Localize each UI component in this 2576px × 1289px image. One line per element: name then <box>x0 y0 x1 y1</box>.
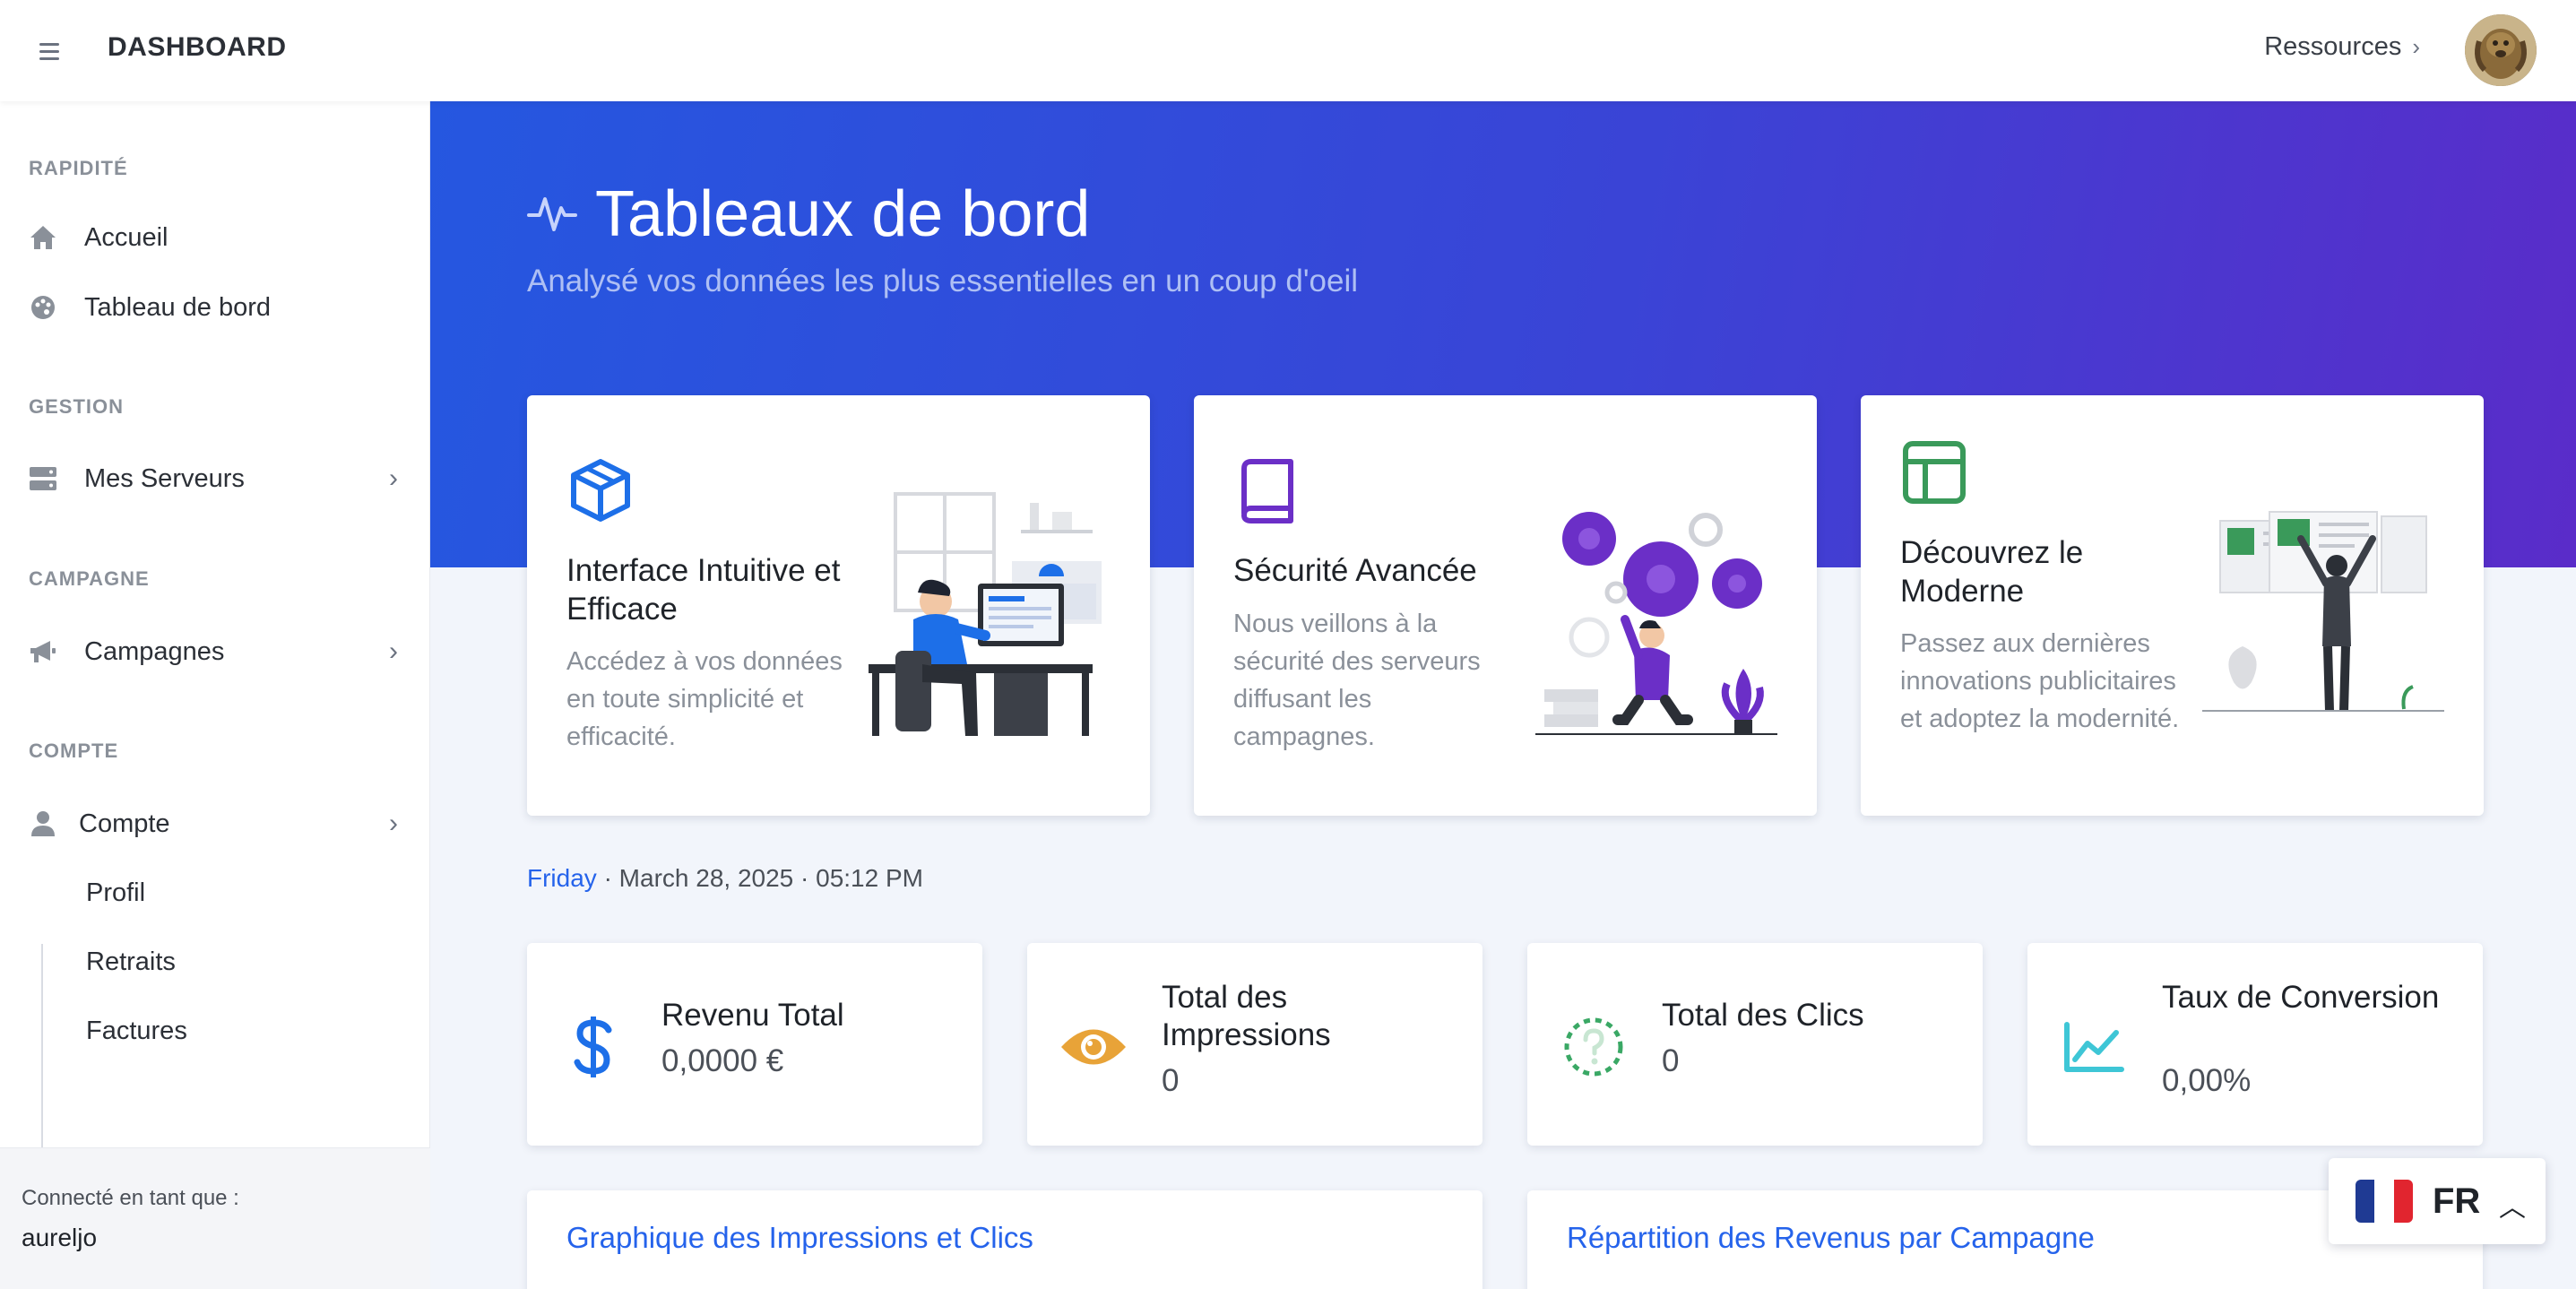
chart-line-icon <box>2060 1013 2128 1081</box>
feature-title: Sécurité Avancée <box>1233 553 1477 588</box>
box-icon <box>566 456 635 524</box>
home-icon <box>29 223 57 252</box>
page-subtitle: Analysé vos données les plus essentielle… <box>527 264 1359 298</box>
feature-title: Découvrez le Moderne <box>1900 535 2084 609</box>
activity-icon <box>527 190 577 239</box>
sidebar: RAPIDITÉ Accueil Tableau de bord GESTION… <box>0 101 430 1289</box>
resources-label: Ressources <box>2264 32 2402 61</box>
workspace-illustration <box>869 485 1111 745</box>
stat-value: 0 <box>1662 1043 1680 1078</box>
date-time-text: · March 28, 2025 · 05:12 PM <box>603 864 923 892</box>
stat-value: 0,00% <box>2162 1063 2252 1098</box>
stat-title: Total des Clics <box>1662 998 1864 1033</box>
section-title-gestion: GESTION <box>29 395 125 418</box>
stat-value: 0 <box>1162 1063 1180 1098</box>
question-icon <box>1560 1013 1628 1081</box>
feature-card: Sécurité Avancée Nous veillons à la sécu… <box>1194 395 1817 816</box>
stat-card-conversion: Taux de Conversion 0,00% <box>2027 943 2483 1146</box>
section-title-campagne: CAMPAGNE <box>29 567 150 590</box>
hamburger-menu-icon[interactable] <box>39 38 66 65</box>
stat-title: Taux de Conversion <box>2162 980 2440 1015</box>
user-icon <box>29 809 57 838</box>
submenu-item-retraits[interactable]: Retraits <box>86 947 176 977</box>
stat-card-revenue: Revenu Total 0,0000 € <box>527 943 982 1146</box>
section-title-rapidite: RAPIDITÉ <box>29 157 128 179</box>
modern-ads-illustration <box>2202 503 2444 763</box>
panel-title: Répartition des Revenus par Campagne <box>1567 1221 2095 1254</box>
sidebar-item-compte[interactable]: Compte › <box>0 795 430 852</box>
palette-icon <box>29 293 57 322</box>
submenu-item-profil[interactable]: Profil <box>86 878 145 908</box>
brand-title: DASHBOARD <box>108 32 287 62</box>
logged-in-panel: Connecté en tant que : aureljo <box>0 1147 430 1289</box>
chevron-right-icon: › <box>389 636 398 666</box>
stat-card-impressions: Total des Impressions 0 <box>1027 943 1482 1146</box>
section-title-compte: COMPTE <box>29 740 119 762</box>
sidebar-item-label: Compte <box>79 809 170 838</box>
sidebar-item-label: Mes Serveurs <box>84 463 245 493</box>
sidebar-item-accueil[interactable]: Accueil <box>0 209 430 266</box>
megaphone-icon <box>29 637 57 666</box>
impressions-clicks-chart-panel: Graphique des Impressions et Clics <box>527 1190 1482 1289</box>
feature-card: Interface Intuitive et Efficace Accédez … <box>527 395 1150 816</box>
dollar-icon <box>559 1013 627 1081</box>
feature-card: Découvrez le Moderne Passez aux dernière… <box>1861 395 2484 816</box>
current-datetime: Friday · March 28, 2025 · 05:12 PM <box>527 864 923 893</box>
sidebar-item-serveurs[interactable]: Mes Serveurs › <box>0 450 430 507</box>
server-icon <box>29 464 57 493</box>
feature-title: Interface Intuitive et Efficace <box>566 553 841 627</box>
chevron-up-icon: ︿ <box>2499 1193 2526 1223</box>
layout-icon <box>1900 438 1968 506</box>
submenu-item-factures[interactable]: Factures <box>86 1016 187 1046</box>
sidebar-item-tableau[interactable]: Tableau de bord <box>0 279 430 336</box>
weekday: Friday <box>527 864 597 892</box>
sidebar-item-label: Tableau de bord <box>84 292 271 322</box>
page-title: Tableaux de bord <box>527 177 1090 251</box>
avatar[interactable] <box>2465 14 2537 86</box>
sidebar-item-campagnes[interactable]: Campagnes › <box>0 623 430 680</box>
feature-description: Accédez à vos données en toute simplicit… <box>566 647 843 751</box>
language-code: FR <box>2433 1181 2481 1221</box>
stat-card-clicks: Total des Clics 0 <box>1527 943 1983 1146</box>
france-flag-icon <box>2356 1180 2413 1223</box>
submenu-divider <box>41 944 43 1168</box>
eye-icon <box>1059 1013 1128 1081</box>
chevron-right-icon: › <box>389 809 398 838</box>
book-icon <box>1233 456 1301 524</box>
stat-value: 0,0000 € <box>661 1043 784 1078</box>
page-title-text: Tableaux de bord <box>595 178 1091 250</box>
sidebar-item-label: Campagnes <box>84 636 225 666</box>
feature-description: Passez aux dernières innovations publici… <box>1900 629 2180 733</box>
chevron-right-icon: › <box>2412 33 2420 60</box>
stat-title: Revenu Total <box>661 998 844 1033</box>
language-switcher[interactable]: FR ︿ <box>2329 1158 2546 1244</box>
chevron-right-icon: › <box>389 463 398 493</box>
top-bar: DASHBOARD Ressources › <box>0 0 2576 101</box>
feature-description: Nous veillons à la sécurité des serveurs… <box>1233 610 1481 751</box>
security-gears-illustration <box>1535 485 1777 745</box>
stat-title: Total des Impressions <box>1162 980 1331 1052</box>
resources-link[interactable]: Ressources › <box>2264 32 2420 62</box>
logged-in-label: Connecté en tant que : <box>22 1186 239 1210</box>
panel-title: Graphique des Impressions et Clics <box>566 1221 1033 1254</box>
sidebar-item-label: Accueil <box>84 222 169 252</box>
username: aureljo <box>22 1224 98 1251</box>
